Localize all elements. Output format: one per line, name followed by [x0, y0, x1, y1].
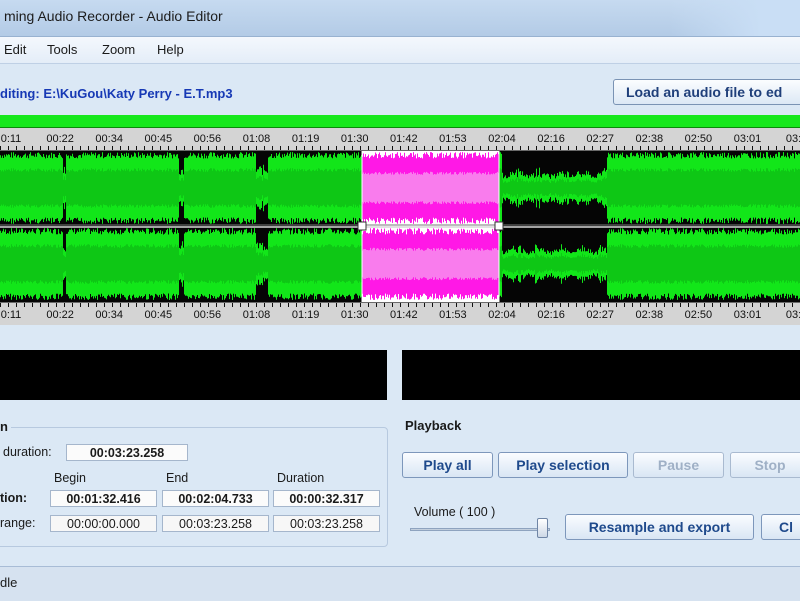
time-tick-label: 03:01 — [733, 309, 762, 321]
time-tick-label: 00:56 — [193, 309, 222, 321]
level-meter-left — [0, 350, 387, 400]
time-tick-label: 0:11 — [0, 309, 22, 321]
play-selection-button[interactable]: Play selection — [498, 452, 628, 478]
volume-slider-track[interactable] — [410, 528, 550, 531]
time-tick-label: 02:38 — [635, 133, 664, 145]
time-tick-label: 01:30 — [340, 133, 369, 145]
time-tick-label: 00:45 — [144, 309, 173, 321]
range-row-label: range: — [0, 516, 36, 530]
resample-export-button[interactable]: Resample and export — [565, 514, 754, 540]
time-tick-label: 0:11 — [0, 133, 22, 145]
time-tick-label: 00:34 — [95, 133, 123, 145]
selection-row-label: tion: — [0, 491, 28, 505]
selection-handle[interactable] — [494, 221, 504, 231]
time-tick-label: 01:53 — [439, 133, 467, 145]
time-tick-label: 02:16 — [537, 133, 565, 145]
time-tick-label: 01:53 — [439, 309, 467, 321]
menu-help[interactable]: Help — [157, 42, 184, 57]
time-tick-label: 01:19 — [291, 133, 320, 145]
time-tick-label: 02:27 — [586, 133, 614, 145]
time-ruler-bottom: 0:11 00:22 00:34 00:45 00:56 01:08 01:19 01:30 0… — [0, 302, 800, 325]
time-tick-label: 03:1 — [785, 309, 800, 321]
time-tick-label: 00:22 — [46, 133, 74, 145]
time-tick-label: 03:01 — [733, 133, 762, 145]
time-ruler-top: 0:11 00:22 00:34 00:45 00:56 01:08 01:19 01:30 0… — [0, 128, 800, 151]
time-tick-label: 01:08 — [242, 309, 271, 321]
title-bar[interactable]: ming Audio Recorder - Audio Editor — [0, 0, 800, 37]
editing-file-label: diting: E:\KuGou\Katy Perry - E.T.mp3 — [0, 86, 233, 101]
total-duration-label: duration: — [3, 445, 52, 459]
volume-slider-thumb[interactable] — [537, 518, 548, 538]
time-tick-label: 01:42 — [390, 133, 418, 145]
load-audio-file-button[interactable]: Load an audio file to ed — [613, 79, 800, 105]
range-end-value: 00:03:23.258 — [162, 515, 269, 532]
playback-group-title: Playback — [405, 418, 462, 433]
time-tick-label: 02:04 — [488, 133, 516, 145]
selection-duration-field[interactable]: 00:00:32.317 — [273, 490, 380, 507]
time-tick-label: 01:30 — [340, 309, 369, 321]
menu-bar: Edit Tools Zoom Help — [0, 37, 800, 64]
time-tick-label: 02:27 — [586, 309, 614, 321]
status-text: dle — [0, 575, 18, 590]
time-tick-label: 01:19 — [291, 309, 320, 321]
total-duration-value: 00:03:23.258 — [66, 444, 188, 461]
pause-button[interactable]: Pause — [633, 452, 724, 478]
waveform-view[interactable] — [0, 151, 800, 302]
time-tick-label: 02:50 — [684, 133, 713, 145]
column-begin-label: Begin — [54, 471, 86, 485]
status-bar: dle — [0, 566, 800, 601]
level-meter-right — [402, 350, 800, 400]
time-tick-label: 02:50 — [684, 309, 713, 321]
time-tick-label: 02:38 — [635, 309, 664, 321]
time-tick-label: 03:1 — [785, 133, 800, 145]
window-title: ming Audio Recorder - Audio Editor — [4, 8, 223, 24]
range-duration-value: 00:03:23.258 — [273, 515, 380, 532]
selection-begin-field[interactable]: 00:01:32.416 — [50, 490, 157, 507]
selection-end-field[interactable]: 00:02:04.733 — [162, 490, 269, 507]
play-all-button[interactable]: Play all — [402, 452, 493, 478]
column-end-label: End — [166, 471, 189, 485]
title-bar-fade — [670, 0, 800, 36]
time-tick-label: 02:16 — [537, 309, 565, 321]
stop-button[interactable]: Stop — [730, 452, 800, 478]
time-tick-label: 00:22 — [46, 309, 74, 321]
volume-label: Volume ( 100 ) — [414, 505, 496, 519]
selection-handle[interactable] — [357, 221, 367, 231]
close-button[interactable]: Cl — [761, 514, 800, 540]
time-tick-label: 02:04 — [488, 309, 516, 321]
menu-edit[interactable]: Edit — [4, 42, 26, 57]
time-tick-label: 01:08 — [242, 133, 271, 145]
playback-progress-strip[interactable] — [0, 115, 800, 128]
time-tick-label: 00:56 — [193, 133, 222, 145]
column-duration-label: Duration — [277, 471, 325, 485]
selection-group-title: n — [0, 419, 11, 434]
range-begin-value: 00:00:00.000 — [50, 515, 157, 532]
time-tick-label: 01:42 — [390, 309, 418, 321]
menu-zoom[interactable]: Zoom — [102, 42, 135, 57]
menu-tools[interactable]: Tools — [47, 42, 77, 57]
time-tick-label: 00:34 — [95, 309, 123, 321]
time-tick-label: 00:45 — [144, 133, 173, 145]
